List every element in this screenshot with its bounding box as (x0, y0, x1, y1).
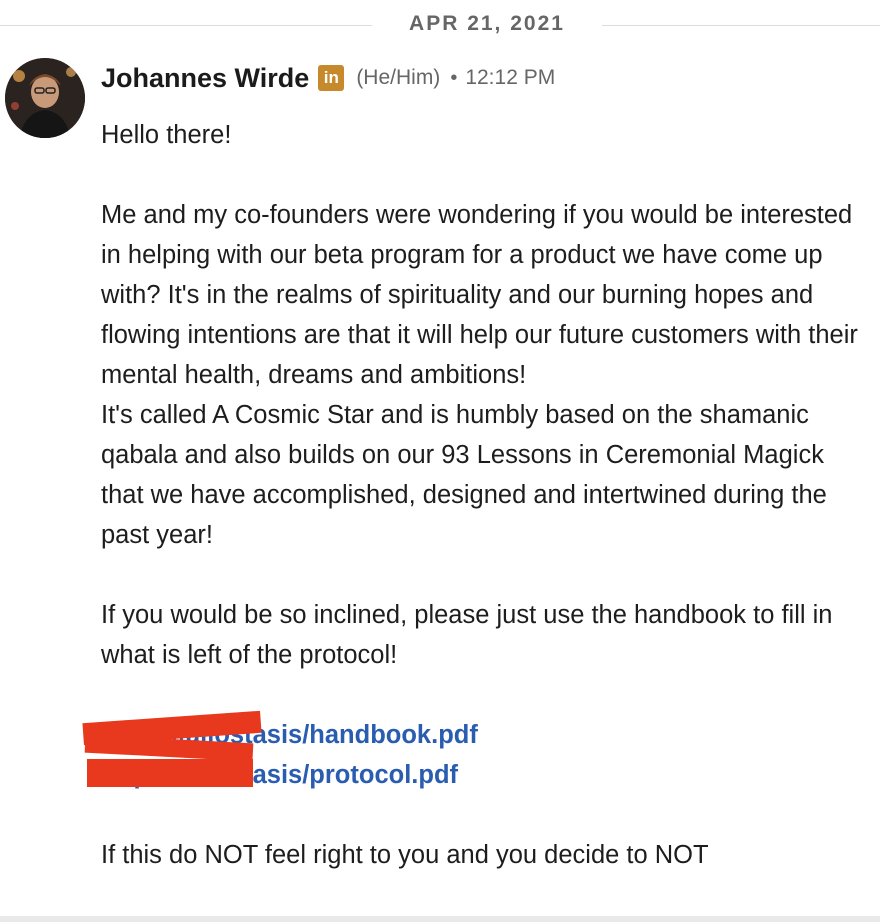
message-paragraph: If you would be so inclined, please just… (101, 601, 833, 669)
pronouns: (He/Him) (356, 66, 441, 89)
linkedin-icon: in (318, 65, 345, 91)
links-block: https://allostasis/handbook.pdf https://… (82, 710, 871, 795)
date-divider: APR 21, 2021 (0, 10, 880, 40)
message-paragraph: It's called A Cosmic Star and is humbly … (101, 401, 827, 549)
author-name[interactable]: Johannes Wirde (101, 63, 309, 94)
message-header: Johannes Wirde in (He/Him) • 12:12 PM (101, 60, 555, 96)
message-greeting: Hello there! (101, 121, 232, 149)
message-paragraph: Me and my co-founders were wondering if … (101, 201, 858, 389)
message-time: 12:12 PM (465, 66, 556, 89)
message-body: Hello there! Me and my co-founders were … (82, 115, 871, 875)
message-paragraph: If this do NOT feel right to you and you… (101, 841, 709, 869)
date-label: APR 21, 2021 (409, 12, 565, 35)
separator-dot: • (450, 66, 458, 89)
bottom-scroll-edge (0, 916, 880, 922)
divider-line-left (0, 25, 372, 26)
redaction-mark (87, 759, 253, 787)
avatar-photo (5, 58, 85, 138)
divider-line-right (602, 25, 880, 26)
avatar[interactable] (5, 58, 85, 138)
